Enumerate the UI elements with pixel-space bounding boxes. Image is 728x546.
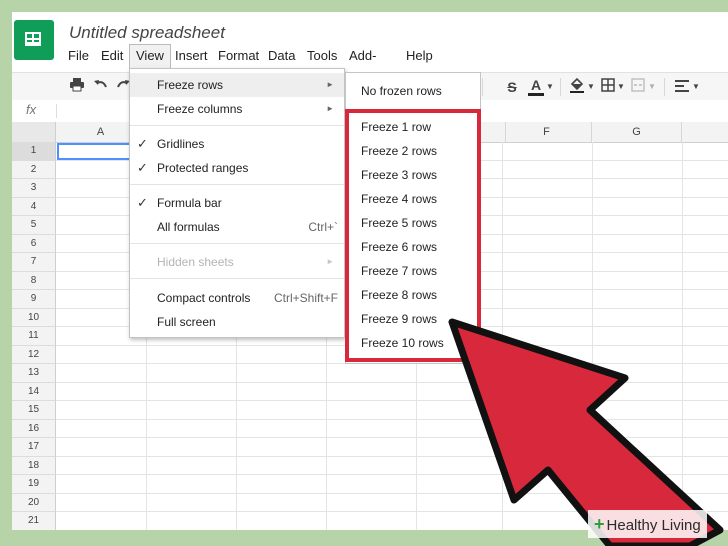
pointer-arrow-icon bbox=[448, 318, 724, 546]
plus-icon: + bbox=[594, 514, 605, 534]
watermark: + Healthy Living bbox=[588, 510, 707, 538]
watermark-text: Healthy Living bbox=[606, 517, 701, 534]
